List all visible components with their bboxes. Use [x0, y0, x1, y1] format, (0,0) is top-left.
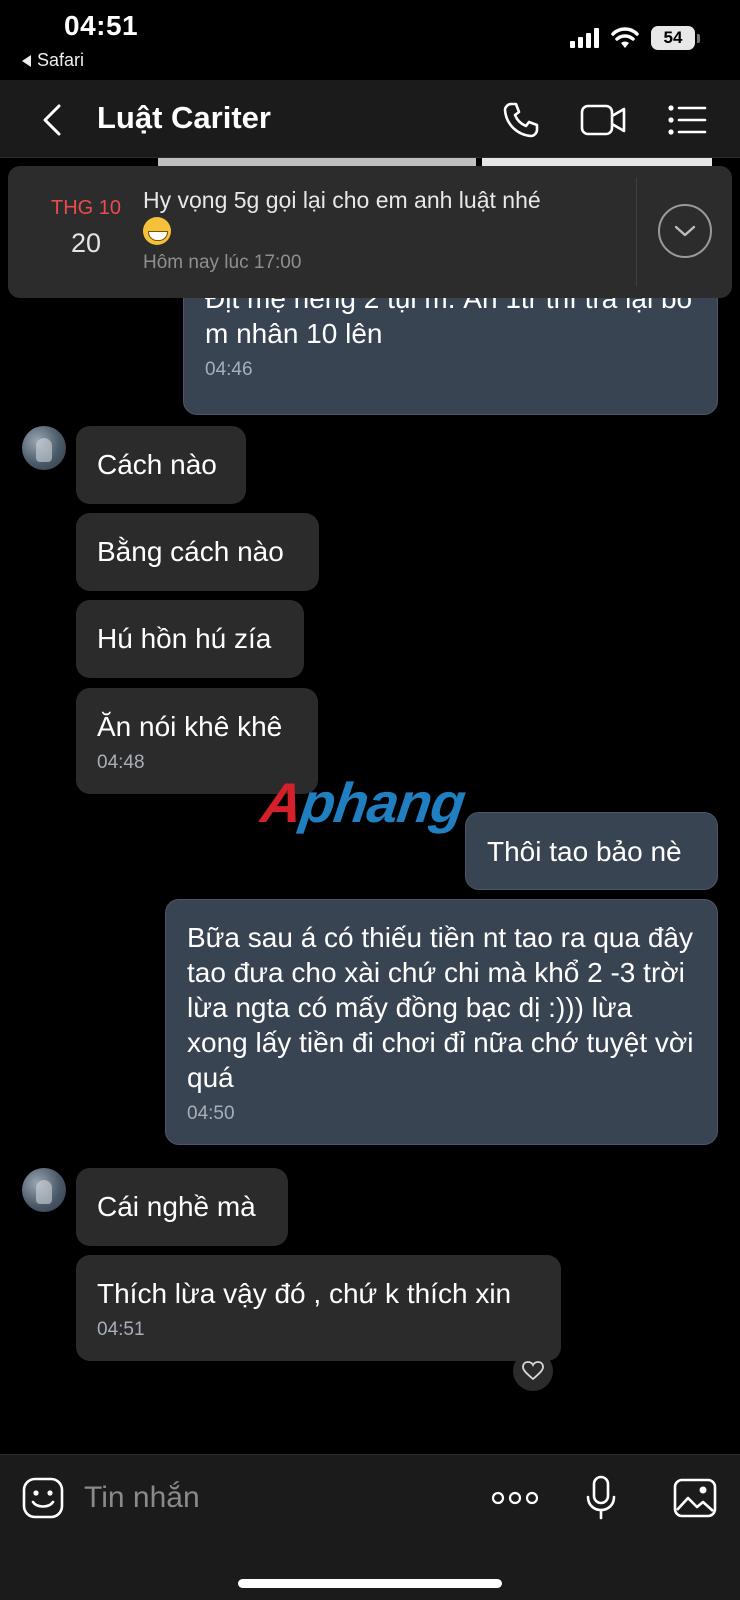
reminder-text-block: Hy vọng 5g gọi lại cho em anh luật nhé — [143, 186, 623, 245]
image-gallery-icon — [673, 1478, 717, 1518]
video-camera-icon — [580, 104, 626, 136]
message-text: Hú hồn hú zía — [97, 623, 272, 654]
incoming-message[interactable]: Cách nào — [76, 426, 246, 504]
incoming-message[interactable]: Thích lừa vậy đó , chứ k thích xin 04:51 — [76, 1255, 561, 1361]
phone-icon — [503, 102, 539, 138]
reminder-text: Hy vọng 5g gọi lại cho em anh luật nhé — [143, 187, 541, 213]
heart-icon — [522, 1361, 544, 1381]
message-text: Cái nghề mà — [97, 1191, 256, 1222]
photo-message-edge[interactable] — [158, 158, 476, 166]
chevron-down-icon — [674, 225, 696, 237]
smiley-sticker-icon — [22, 1477, 64, 1519]
voice-message-button[interactable] — [576, 1473, 626, 1523]
incoming-message[interactable]: Bằng cách nào — [76, 513, 319, 591]
battery-icon: 54 — [651, 26, 700, 50]
expand-reminder-button[interactable] — [658, 204, 712, 258]
message-time: 04:51 — [97, 1319, 145, 1340]
list-menu-icon — [668, 105, 707, 135]
chat-header: Luật Cariter — [0, 80, 740, 158]
message-text: Ăn nói khê khê — [97, 711, 283, 742]
chevron-left-icon — [43, 104, 61, 136]
react-heart-button[interactable] — [513, 1351, 553, 1391]
incoming-message[interactable]: Cái nghề mà — [76, 1168, 288, 1246]
watermark-logo: Aphang — [257, 770, 469, 835]
back-app-label: Safari — [37, 50, 85, 70]
message-input[interactable] — [84, 1475, 464, 1521]
sticker-button[interactable] — [18, 1473, 68, 1523]
chat-options-button[interactable] — [662, 96, 712, 144]
grinning-emoji-icon — [143, 216, 171, 245]
outgoing-message[interactable]: Bữa sau á có thiếu tiền nt tao ra qua đâ… — [165, 899, 718, 1145]
contact-avatar[interactable] — [22, 426, 66, 470]
reminder-time: Hôm nay lúc 17:00 — [143, 252, 302, 273]
more-options-button[interactable] — [488, 1473, 542, 1523]
photo-picker-button[interactable] — [670, 1473, 720, 1523]
message-time: 04:46 — [205, 359, 253, 380]
contact-avatar[interactable] — [22, 1168, 66, 1212]
watermark-rest: phang — [297, 771, 469, 834]
battery-level: 54 — [651, 26, 695, 50]
message-text: Bữa sau á có thiếu tiền nt tao ra qua đâ… — [187, 922, 694, 1093]
message-text: Bằng cách nào — [97, 536, 284, 567]
microphone-icon — [586, 1475, 616, 1520]
message-composer — [0, 1454, 740, 1600]
message-text: Cách nào — [97, 449, 217, 480]
message-text: Thôi tao bảo nè — [487, 836, 682, 867]
voice-call-button[interactable] — [496, 96, 546, 144]
status-time: 04:51 — [64, 10, 139, 41]
reminder-divider — [636, 178, 637, 286]
cellular-signal-icon — [570, 28, 599, 48]
message-text: Thích lừa vậy đó , chứ k thích xin — [97, 1278, 512, 1309]
pinned-reminder[interactable]: THG 10 20 Hy vọng 5g gọi lại cho em anh … — [8, 166, 732, 298]
back-button[interactable] — [30, 98, 74, 142]
back-triangle-icon — [22, 54, 31, 67]
photo-message-edge[interactable] — [482, 158, 712, 166]
message-time: 04:50 — [187, 1103, 235, 1124]
reminder-month: THG 10 — [50, 197, 122, 219]
reminder-day: 20 — [70, 228, 102, 258]
status-indicators: 54 — [570, 26, 700, 50]
video-call-button[interactable] — [578, 96, 628, 144]
contact-name[interactable]: Luật Cariter — [97, 100, 271, 136]
more-dots-icon — [491, 1491, 539, 1505]
incoming-message[interactable]: Hú hồn hú zía — [76, 600, 304, 678]
back-to-safari[interactable]: Safari — [22, 50, 84, 71]
outgoing-message[interactable]: Thôi tao bảo nè — [465, 812, 718, 890]
wifi-icon — [611, 27, 639, 48]
home-indicator[interactable] — [238, 1579, 502, 1588]
